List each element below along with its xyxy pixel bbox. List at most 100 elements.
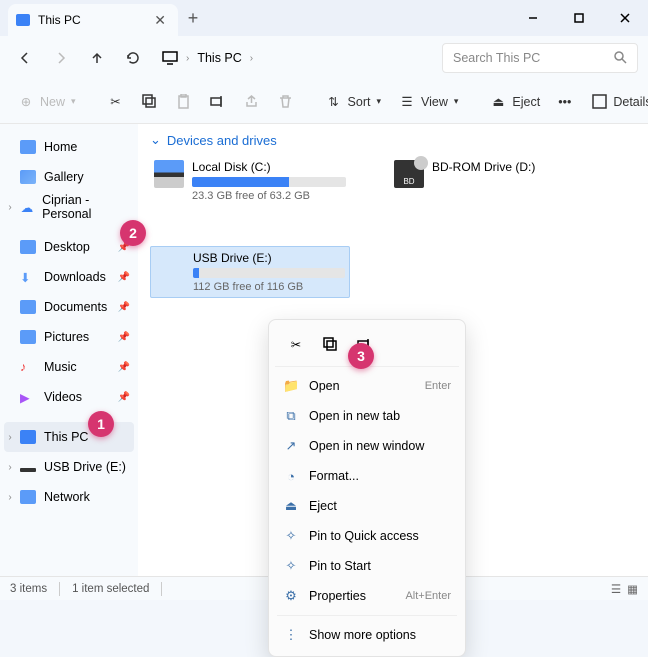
ctx-copy-button[interactable] (315, 330, 345, 358)
more-icon: ⋮ (283, 627, 299, 643)
close-button[interactable] (602, 0, 648, 36)
format-icon: ◔ (283, 469, 299, 484)
chevron-right-icon: › (186, 53, 189, 64)
usb-icon (20, 468, 36, 472)
copy-icon (142, 94, 158, 110)
ctx-show-more[interactable]: ⋮Show more options (275, 620, 459, 650)
sidebar-item-usb[interactable]: ›USB Drive (E:) (0, 452, 138, 482)
chevron-right-icon[interactable]: › (4, 432, 16, 443)
drive-free: 112 GB free of 116 GB (193, 281, 345, 293)
search-input[interactable]: Search This PC (442, 43, 638, 73)
cut-button[interactable]: ✂ (100, 87, 132, 117)
copy-button[interactable] (134, 87, 166, 117)
sidebar-item-gallery[interactable]: Gallery (0, 162, 138, 192)
more-button[interactable]: ••• (550, 87, 579, 117)
drive-bdrom-d[interactable]: BD BD-ROM Drive (D:) (390, 156, 560, 192)
address-bar[interactable]: › This PC › (154, 51, 436, 65)
ctx-format[interactable]: ◔Format... (275, 461, 459, 491)
sidebar-item-personal[interactable]: ›☁Ciprian - Personal (0, 192, 138, 222)
drive-icon (154, 160, 184, 188)
share-icon (244, 94, 260, 110)
titlebar: This PC ✕ + (0, 0, 648, 36)
desktop-icon (20, 240, 36, 254)
copy-icon (323, 337, 338, 352)
pin-icon: ✧ (283, 528, 299, 544)
scissors-icon: ✂ (108, 94, 124, 110)
new-button[interactable]: ⊕New▾ (10, 87, 84, 117)
ctx-pin-start[interactable]: ✧Pin to Start (275, 551, 459, 581)
ctx-cut-button[interactable]: ✂ (281, 330, 311, 358)
maximize-button[interactable] (556, 0, 602, 36)
sidebar-item-desktop[interactable]: Desktop📌 (0, 232, 138, 262)
view-list-button[interactable]: ☰ (611, 582, 621, 596)
delete-button[interactable] (270, 87, 302, 117)
context-menu: ✂ 📁OpenEnter ⧉Open in new tab ↗Open in n… (268, 319, 466, 657)
drive-name: USB Drive (E:) (193, 251, 345, 265)
sort-button[interactable]: ⇅Sort▾ (318, 87, 389, 117)
scissors-icon: ✂ (291, 337, 301, 352)
sidebar-item-music[interactable]: ♪Music📌 (0, 352, 138, 382)
chevron-down-icon: ▾ (376, 96, 381, 107)
rename-button[interactable] (202, 87, 234, 117)
home-icon (20, 140, 36, 154)
chevron-down-icon: ⌄ (150, 132, 161, 148)
ctx-eject[interactable]: ⏏Eject (275, 491, 459, 521)
minimize-button[interactable] (510, 0, 556, 36)
tab-thispc[interactable]: This PC ✕ (8, 4, 178, 36)
share-button[interactable] (236, 87, 268, 117)
forward-button[interactable] (46, 43, 76, 73)
tab-close-icon[interactable]: ✕ (150, 12, 170, 29)
sidebar-item-network[interactable]: ›Network (0, 482, 138, 512)
up-button[interactable] (82, 43, 112, 73)
view-button[interactable]: ☰View▾ (391, 87, 466, 117)
nav-bar: › This PC › Search This PC (0, 36, 648, 80)
ctx-open-new-tab[interactable]: ⧉Open in new tab (275, 401, 459, 431)
monitor-icon (162, 51, 178, 65)
sidebar-item-home[interactable]: Home (0, 132, 138, 162)
chevron-down-icon: ▾ (71, 96, 76, 107)
path-segment[interactable]: This PC (197, 51, 241, 65)
gallery-icon (20, 170, 36, 184)
drive-local-c[interactable]: Local Disk (C:) 23.3 GB free of 63.2 GB (150, 156, 350, 206)
new-tab-button[interactable]: + (178, 8, 208, 29)
sidebar-item-pictures[interactable]: Pictures📌 (0, 322, 138, 352)
separator (59, 582, 60, 596)
ctx-open[interactable]: 📁OpenEnter (275, 371, 459, 401)
sidebar: Home Gallery ›☁Ciprian - Personal Deskto… (0, 124, 138, 576)
toolbar: ⊕New▾ ✂ ⇅Sort▾ ☰View▾ ⏏Eject ••• Details (0, 80, 648, 124)
sidebar-item-downloads[interactable]: ⬇Downloads📌 (0, 262, 138, 292)
search-placeholder: Search This PC (453, 51, 540, 65)
drive-usb-e[interactable]: USB Drive (E:) 112 GB free of 116 GB (150, 246, 350, 298)
sidebar-item-videos[interactable]: ▶Videos📌 (0, 382, 138, 412)
ctx-pin-quick[interactable]: ✧Pin to Quick access (275, 521, 459, 551)
chevron-right-icon[interactable]: › (4, 202, 16, 213)
pin-icon: 📌 (118, 362, 130, 373)
pin-icon: 📌 (118, 332, 130, 343)
download-icon: ⬇ (20, 270, 36, 284)
paste-button[interactable] (168, 87, 200, 117)
pin-icon: ✧ (283, 558, 299, 574)
details-icon (591, 94, 607, 110)
search-icon (613, 50, 627, 67)
window-controls (510, 0, 648, 36)
chevron-right-icon[interactable]: › (4, 492, 16, 503)
details-button[interactable]: Details (583, 87, 648, 117)
eject-button[interactable]: ⏏Eject (482, 87, 548, 117)
ctx-properties[interactable]: ⚙PropertiesAlt+Enter (275, 581, 459, 611)
sidebar-item-documents[interactable]: Documents📌 (0, 292, 138, 322)
eject-icon: ⏏ (283, 498, 299, 514)
capacity-bar (193, 268, 345, 278)
pc-icon (20, 430, 36, 444)
sidebar-item-thispc[interactable]: ›This PC (4, 422, 134, 452)
chevron-right-icon: › (250, 53, 253, 64)
refresh-button[interactable] (118, 43, 148, 73)
section-devices[interactable]: ⌄ Devices and drives (150, 132, 636, 148)
back-button[interactable] (10, 43, 40, 73)
chevron-right-icon[interactable]: › (4, 462, 16, 473)
tab-title: This PC (38, 13, 81, 27)
view-icon: ☰ (399, 94, 415, 110)
ctx-open-new-window[interactable]: ↗Open in new window (275, 431, 459, 461)
view-grid-button[interactable]: ▦ (627, 582, 638, 596)
usb-drive-icon (155, 251, 185, 285)
disc-icon: BD (394, 160, 424, 188)
